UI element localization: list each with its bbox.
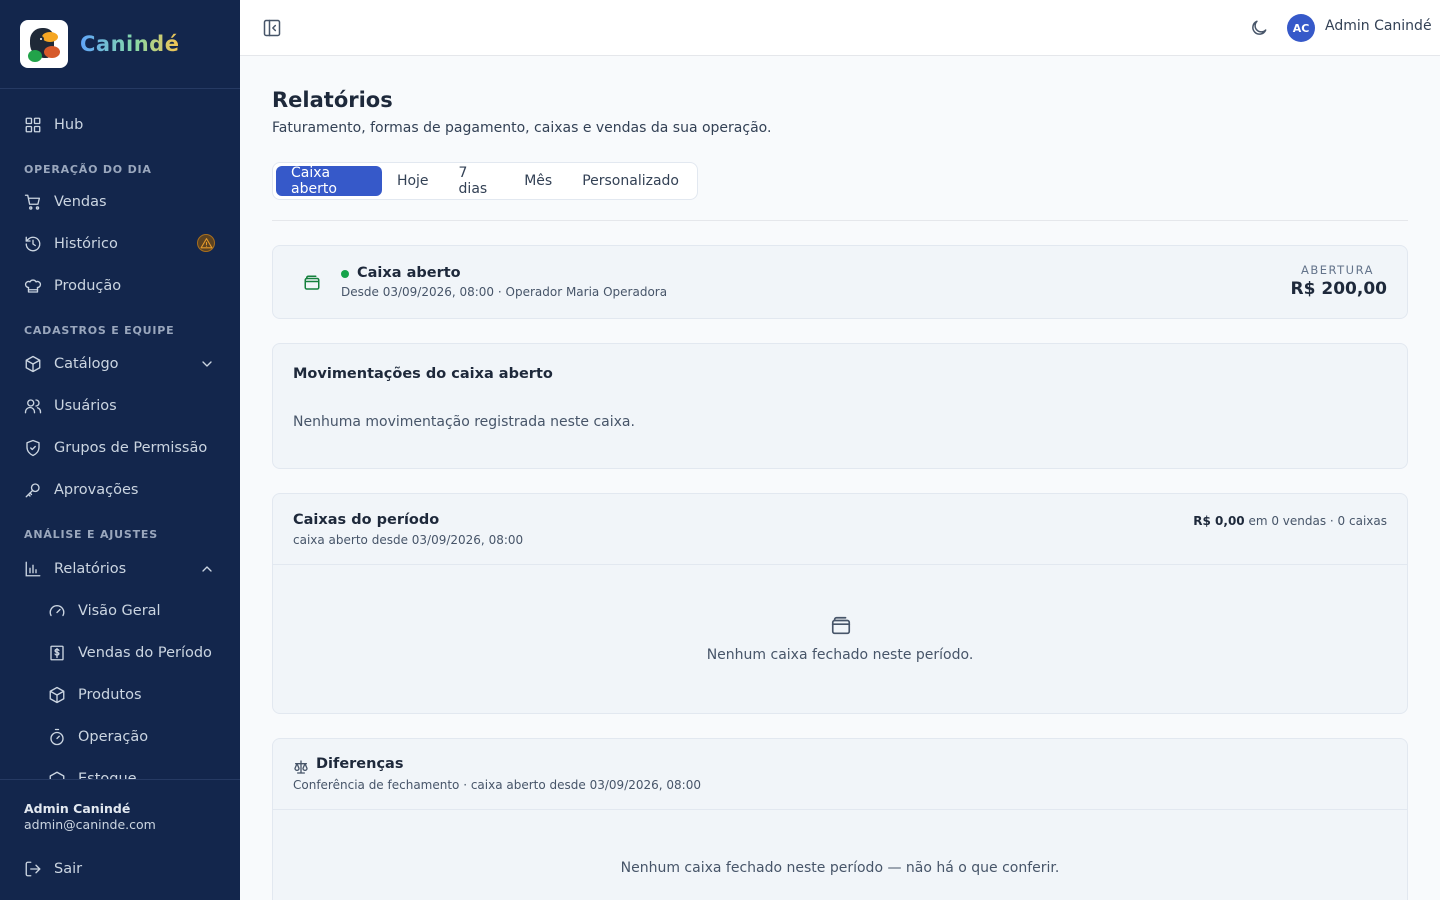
sidebar-item-label: Vendas — [54, 194, 107, 210]
movimentacoes-card: Movimentações do caixa aberto Nenhuma mo… — [272, 343, 1408, 469]
caixa-aberto-card: Caixa aberto Desde 03/09/2026, 08:00 · O… — [272, 245, 1408, 319]
moon-icon[interactable] — [1249, 18, 1269, 38]
wallet-icon — [303, 274, 321, 292]
sidebar-item-grupos[interactable]: Grupos de Permissão — [0, 428, 240, 468]
diferencas-card: Diferenças Conferência de fechamento · c… — [272, 738, 1408, 900]
sidebar-item-label: Aprovações — [54, 482, 139, 498]
diferencas-empty: Nenhum caixa fechado neste período — não… — [620, 860, 1060, 876]
sidebar-item-catalogo[interactable]: Catálogo — [0, 344, 240, 384]
topbar-user-name[interactable]: Admin Canindé — [1325, 18, 1432, 34]
movimentacoes-title: Movimentações do caixa aberto — [293, 366, 553, 382]
cart-icon — [24, 193, 42, 211]
caixas-periodo-summary: R$ 0,00 em 0 vendas · 0 caixas — [1193, 514, 1387, 528]
sidebar-item-aprovacoes[interactable]: Aprovações — [0, 470, 240, 510]
gauge-icon — [48, 602, 66, 620]
scale-icon — [293, 759, 309, 775]
diferencas-header: Diferenças Conferência de fechamento · c… — [273, 739, 1407, 810]
sidebar-user: Admin Canindé admin@caninde.com Sair — [0, 779, 240, 900]
warning-icon — [197, 234, 215, 252]
summary-value: R$ 0,00 — [1193, 514, 1245, 528]
brand-logo — [20, 20, 68, 68]
sidebar-user-name: Admin Canindé — [24, 801, 131, 816]
caixas-periodo-card: Caixas do período caixa aberto desde 03/… — [272, 493, 1408, 714]
logout-label: Sair — [54, 861, 83, 877]
summary-text: em 0 vendas · 0 caixas — [1244, 514, 1387, 528]
filter-hoje[interactable]: Hoje — [382, 166, 444, 196]
divider — [272, 220, 1408, 221]
sidebar-item-label: Vendas do Período — [78, 645, 212, 661]
section-title-operacao: OPERAÇÃO DO DIA — [24, 163, 152, 176]
main-content: Relatórios Faturamento, formas de pagame… — [240, 56, 1440, 900]
caixa-meta: Desde 03/09/2026, 08:00 · Operador Maria… — [341, 285, 668, 299]
topbar: AC Admin Canindé — [240, 0, 1440, 56]
sidebar-item-label: Relatórios — [54, 561, 127, 577]
diferencas-title: Diferenças — [316, 756, 404, 772]
sidebar-item-label: Operação — [78, 729, 149, 745]
section-title-cadastros: CADASTROS E EQUIPE — [24, 324, 175, 337]
sidebar-toggle-icon[interactable] — [262, 18, 282, 38]
filter-caixa-aberto[interactable]: Caixa aberto — [276, 165, 382, 197]
sidebar: Canindé Hub OPERAÇÃO DO DIA Vendas Histó… — [0, 0, 240, 900]
sidebar-item-label: Grupos de Permissão — [54, 440, 208, 456]
key-icon — [24, 481, 42, 499]
sidebar-item-hub[interactable]: Hub — [0, 105, 240, 145]
diferencas-subtitle: Conferência de fechamento · caixa aberto… — [293, 778, 701, 792]
sidebar-item-label: Produtos — [78, 687, 142, 703]
sidebar-user-email: admin@caninde.com — [24, 817, 156, 832]
sidebar-item-operacao[interactable]: Operação — [0, 717, 240, 757]
warehouse-icon — [48, 770, 66, 779]
abertura-value: R$ 200,00 — [1290, 279, 1387, 299]
sidebar-item-vendas[interactable]: Vendas — [0, 182, 240, 222]
sidebar-item-visao-geral[interactable]: Visão Geral — [0, 591, 240, 631]
sidebar-item-label: Usuários — [54, 398, 117, 414]
sidebar-item-estoque[interactable]: Estoque — [0, 759, 240, 779]
logout-icon — [24, 860, 42, 878]
caixas-periodo-title: Caixas do período — [293, 512, 440, 528]
sidebar-item-label: Visão Geral — [78, 603, 161, 619]
wallet-icon — [830, 615, 852, 637]
logout-button[interactable]: Sair — [0, 849, 240, 889]
brand: Canindé — [0, 0, 240, 89]
movimentacoes-empty: Nenhuma movimentação registrada neste ca… — [293, 414, 635, 430]
shield-check-icon — [24, 439, 42, 457]
sidebar-nav: Hub OPERAÇÃO DO DIA Vendas Histórico Pro… — [0, 89, 240, 779]
timer-icon — [48, 728, 66, 746]
section-title-analise: ANÁLISE E AJUSTES — [24, 528, 158, 541]
sidebar-item-usuarios[interactable]: Usuários — [0, 386, 240, 426]
caixa-status-title: Caixa aberto — [357, 265, 461, 281]
period-filter: Caixa aberto Hoje 7 dias Mês Personaliza… — [272, 162, 698, 200]
filter-7-dias[interactable]: 7 dias — [444, 165, 510, 197]
chevron-down-icon[interactable] — [198, 355, 216, 373]
chef-hat-icon — [24, 277, 42, 295]
caixas-periodo-subtitle: caixa aberto desde 03/09/2026, 08:00 — [293, 533, 524, 547]
sidebar-item-vendas-periodo[interactable]: Vendas do Período — [0, 633, 240, 673]
sidebar-item-label: Hub — [54, 117, 84, 133]
sidebar-item-produtos[interactable]: Produtos — [0, 675, 240, 715]
sidebar-item-label: Catálogo — [54, 356, 119, 372]
sidebar-item-producao[interactable]: Produção — [0, 266, 240, 306]
users-icon — [24, 397, 42, 415]
package-icon — [48, 686, 66, 704]
sidebar-item-label: Produção — [54, 278, 122, 294]
bar-chart-icon — [24, 560, 42, 578]
caixas-periodo-header: Caixas do período caixa aberto desde 03/… — [273, 494, 1407, 565]
caixas-periodo-empty: Nenhum caixa fechado neste período. — [706, 647, 974, 663]
history-icon — [24, 235, 42, 253]
page-title: Relatórios — [272, 88, 393, 112]
abertura-label: ABERTURA — [1300, 263, 1374, 277]
brand-name: Canindé — [80, 32, 180, 56]
chevron-up-icon[interactable] — [198, 560, 216, 578]
sidebar-item-historico[interactable]: Histórico — [0, 224, 240, 264]
filter-personalizado[interactable]: Personalizado — [567, 166, 694, 196]
receipt-dollar-icon — [48, 644, 66, 662]
grid-icon — [24, 116, 42, 134]
filter-mes[interactable]: Mês — [509, 166, 567, 196]
sidebar-item-label: Estoque — [78, 771, 137, 779]
status-dot — [341, 270, 349, 278]
avatar[interactable]: AC — [1287, 14, 1315, 42]
sidebar-item-relatorios[interactable]: Relatórios — [0, 549, 240, 589]
page-subtitle: Faturamento, formas de pagamento, caixas… — [272, 120, 772, 136]
package-icon — [24, 355, 42, 373]
sidebar-item-label: Histórico — [54, 236, 118, 252]
